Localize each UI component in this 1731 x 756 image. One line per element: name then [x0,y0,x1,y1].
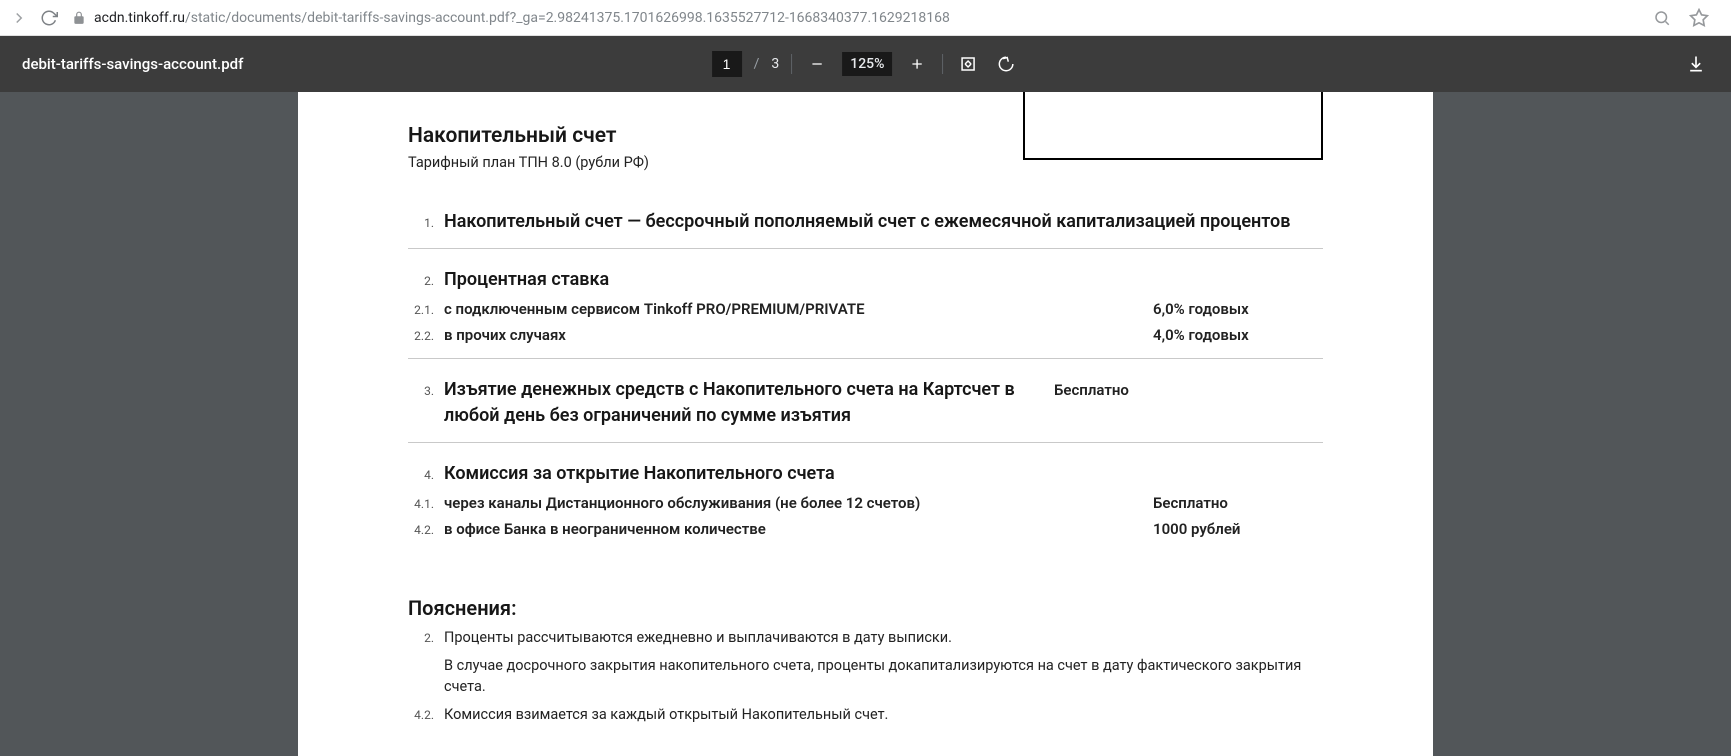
zoom-level: 125% [842,52,892,76]
url-path: /static/documents/debit-tariffs-savings-… [185,10,950,26]
tariff-section: 1. Накопительный счет — бессрочный попол… [408,209,1323,249]
row-value: Бесплатно [1153,494,1323,512]
divider [791,54,792,74]
page-sep: / [754,56,760,72]
download-icon[interactable] [1683,51,1709,77]
row-number: 4. [408,468,444,482]
notes-block: 2. Проценты рассчитываются ежедневно и в… [408,628,1323,725]
row-number: 1. [408,216,444,230]
reload-icon[interactable] [40,9,58,27]
rotate-icon[interactable] [993,51,1019,77]
star-bookmark-icon[interactable] [1689,8,1709,28]
note-text: Комиссия взимается за каждый открытый На… [444,705,1323,725]
zoom-lens-icon[interactable] [1653,9,1671,27]
row-number: 3. [408,384,444,398]
tariff-section: 4. Комиссия за открытие Накопительного с… [408,461,1323,552]
zoom-out-button[interactable] [804,51,830,77]
logo-placeholder [1023,92,1323,160]
row-value: 1000 рублей [1153,520,1323,538]
row-value: 6,0% годовых [1153,300,1323,318]
page-number-input[interactable] [712,51,742,77]
pdf-toolbar: debit-tariffs-savings-account.pdf / 3 12… [0,36,1731,92]
pdf-viewport[interactable]: Накопительный счет Тарифный план ТПН 8.0… [0,92,1731,756]
row-number: 2.1. [408,303,444,317]
zoom-in-button[interactable] [904,51,930,77]
row-label: Накопительный счет — бессрочный пополняе… [444,209,1323,234]
row-number: 2. [408,274,444,288]
note-text: Проценты рассчитываются ежедневно и выпл… [444,628,1323,648]
note-number: 4.2. [408,708,444,722]
row-label: Комиссия за открытие Накопительного счет… [444,461,1153,486]
page-total: 3 [771,56,779,72]
row-label: Изъятие денежных средств с Накопительног… [444,377,1054,427]
forward-arrow-icon[interactable] [10,9,28,27]
divider [942,54,943,74]
row-label: в прочих случаях [444,326,1153,344]
pdf-filename: debit-tariffs-savings-account.pdf [0,55,243,73]
note-text: В случае досрочного закрытия накопительн… [444,656,1323,697]
row-value: Бесплатно [1054,381,1224,399]
row-value: 4,0% годовых [1153,326,1323,344]
lock-icon [72,11,86,25]
fit-page-icon[interactable] [955,51,981,77]
row-label: с подключенным сервисом Tinkoff PRO/PREM… [444,300,1153,318]
note-number: 2. [408,631,444,645]
tariff-section: 3. Изъятие денежных средств с Накопитель… [408,377,1323,442]
row-number: 4.1. [408,497,444,511]
tariff-section: 2. Процентная ставка 2.1. с подключенным… [408,267,1323,359]
row-number: 2.2. [408,329,444,343]
pdf-page: Накопительный счет Тарифный план ТПН 8.0… [298,92,1433,756]
row-label: через каналы Дистанционного обслуживания… [444,494,1153,512]
row-label: Процентная ставка [444,267,1153,292]
row-label: в офисе Банка в неограниченном количеств… [444,520,1153,538]
browser-address-bar: acdn.tinkoff.ru/static/documents/debit-t… [0,0,1731,36]
url-host: acdn.tinkoff.ru [94,10,185,26]
row-number: 4.2. [408,523,444,537]
url-text[interactable]: acdn.tinkoff.ru/static/documents/debit-t… [94,10,1641,26]
notes-title: Пояснения: [408,596,1323,620]
